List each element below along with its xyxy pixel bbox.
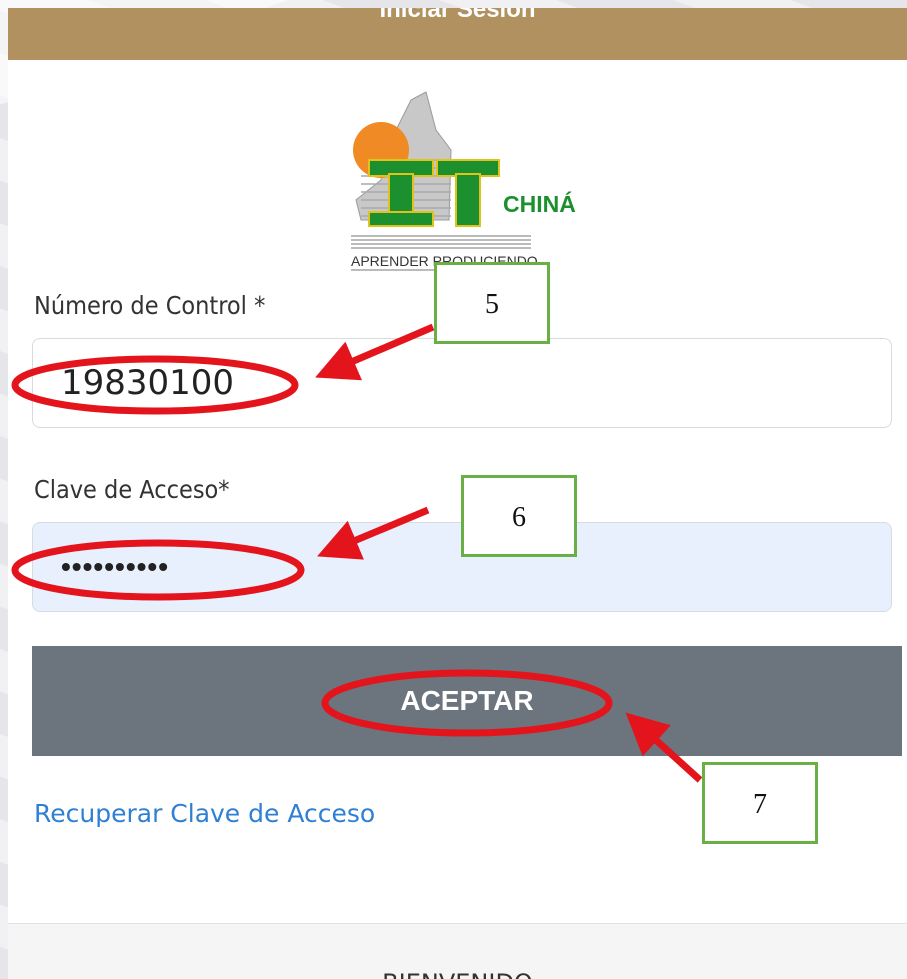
callout-7: 7	[702, 762, 818, 844]
control-number-input[interactable]: 19830100	[32, 338, 892, 428]
password-value: ••••••••••	[61, 551, 170, 582]
login-title: Iniciar Sesion	[379, 8, 536, 23]
callout-6: 6	[461, 475, 577, 557]
accept-button[interactable]: ACEPTAR	[32, 646, 902, 756]
control-number-value: 19830100	[61, 363, 235, 403]
password-label: Clave de Acceso*	[34, 475, 230, 504]
welcome-footer: BIENVENIDO	[8, 923, 907, 979]
itchina-logo: CHINÁ APRENDER PRODUCIENDO	[351, 91, 576, 271]
recover-password-link[interactable]: Recuperar Clave de Acceso	[34, 799, 375, 828]
callout-5: 5	[434, 262, 550, 344]
control-number-label: Número de Control *	[34, 291, 266, 320]
logo-name: CHINÁ	[503, 190, 576, 217]
welcome-text: BIENVENIDO	[382, 969, 533, 979]
login-header: Iniciar Sesion	[8, 8, 907, 60]
